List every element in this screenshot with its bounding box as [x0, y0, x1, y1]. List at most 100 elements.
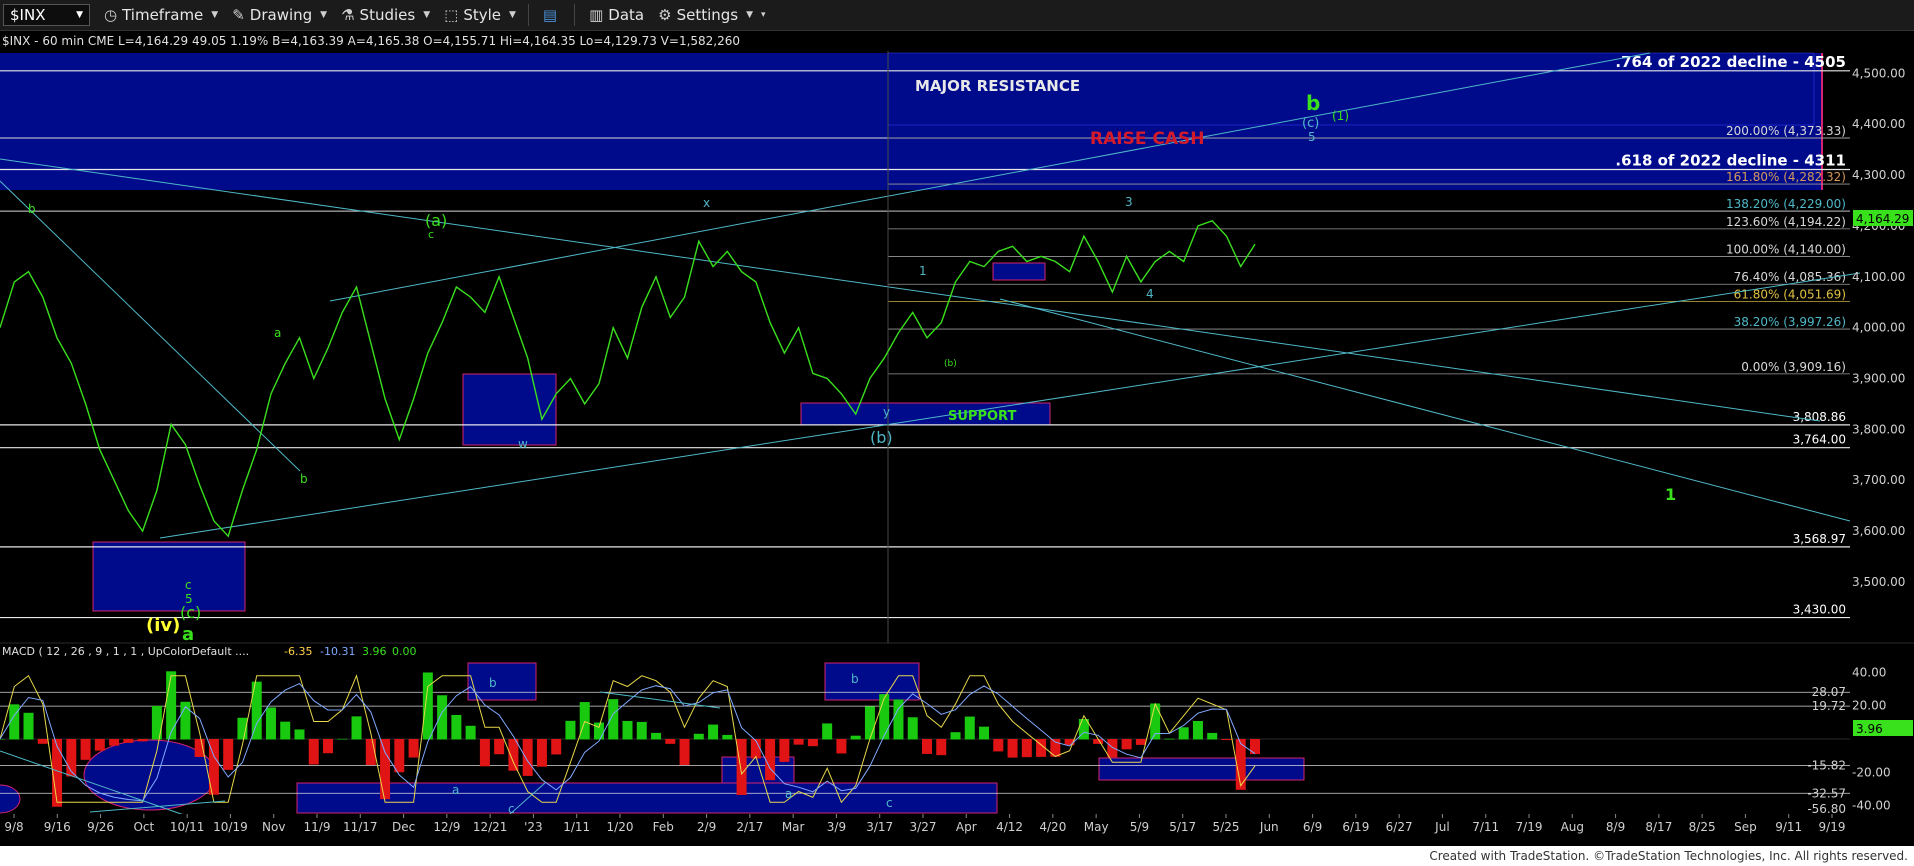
fib-label: 161.80% (4,282.32)	[1726, 170, 1846, 184]
fib-label: 61.80% (4,051.69)	[1734, 287, 1846, 301]
x-tick-label: 12/9	[433, 820, 460, 834]
macd-level-label: -56.80	[1807, 802, 1846, 816]
chevron-down-icon: ▼	[320, 10, 328, 20]
fib-label: 0.00% (3,909.16)	[1741, 360, 1846, 374]
chevron-down-icon[interactable]: ▼	[76, 10, 83, 20]
macd-y-tick-label: -20.00	[1852, 765, 1891, 779]
w-box	[462, 373, 557, 446]
wave-label-a: a	[274, 326, 281, 340]
macd-histogram-bar	[408, 739, 419, 758]
wave-label-b: b	[300, 472, 308, 486]
clock-icon: ◷	[104, 6, 118, 24]
macd-histogram-bar	[280, 721, 291, 740]
macd-header-label: MACD ( 12 , 26 , 9 , 1 , 1 , UpColorDefa…	[2, 645, 249, 658]
x-tick-label: 11/17	[343, 820, 378, 834]
macd-histogram-bar	[551, 739, 562, 755]
level-label: 3,764.00	[1793, 433, 1846, 447]
layout-button[interactable]: ▤	[543, 6, 562, 24]
macd-histogram-bar	[722, 734, 733, 740]
macd-histogram-bar	[337, 738, 348, 740]
x-tick-label: 8/9	[1606, 820, 1625, 834]
wave-label-(iv): (iv)	[146, 615, 180, 636]
x-tick-label: 7/19	[1516, 820, 1543, 834]
macd-y-tick-label: 20.00	[1852, 699, 1886, 713]
wave-label-x: x	[703, 196, 710, 210]
x-tick-label: May	[1084, 820, 1109, 834]
macd-histogram-bar	[0, 739, 5, 740]
macd-histogram-bar	[979, 726, 990, 740]
macd-histogram-bar	[536, 739, 547, 767]
macd-histogram-bar	[494, 739, 505, 755]
macd-y-tick-label: 40.00	[1852, 665, 1886, 679]
macd-histogram-bar	[380, 739, 391, 800]
macd-value: -6.35	[284, 645, 312, 658]
macd-histogram-bar	[437, 695, 448, 740]
fib-label: 38.20% (3,997.26)	[1734, 315, 1846, 329]
macd-histogram-bar	[651, 732, 662, 740]
wave-4-box	[992, 262, 1046, 281]
wave-label-w: w	[518, 437, 528, 451]
macd-diff: 3.96	[362, 645, 387, 658]
gear-icon: ⚙	[658, 6, 672, 24]
x-tick-label: 10/11	[170, 820, 205, 834]
wave-label-(b)-small: (b)	[944, 359, 957, 369]
level-label: 3,568.97	[1793, 532, 1846, 546]
chart-area[interactable]: .764 of 2022 decline - 4505 .618 of 2022 …	[0, 31, 1914, 846]
symbol-input[interactable]: $INX ▼	[3, 4, 90, 26]
macd-histogram-bar	[323, 739, 334, 754]
x-tick-label: 6/9	[1303, 820, 1322, 834]
macd-histogram-bar	[665, 739, 676, 744]
timeframe-button[interactable]: ◷ Timeframe ▼	[104, 6, 218, 24]
macd-histogram-bar	[950, 732, 961, 740]
x-tick-label: 4/20	[1039, 820, 1066, 834]
wave-label-a-large: a	[182, 624, 194, 645]
toolbar-divider	[527, 4, 529, 26]
macd-histogram-bar	[836, 739, 847, 754]
macd-level-label: 28.07	[1812, 685, 1846, 699]
x-tick-label: Jul	[1434, 820, 1449, 834]
x-tick-label: 3/27	[910, 820, 937, 834]
macd-histogram-bar	[864, 706, 875, 740]
style-button[interactable]: ⬚ Style ▼	[444, 6, 516, 24]
symbol-value: $INX	[10, 6, 46, 24]
macd-histogram-bar	[1178, 727, 1189, 740]
macd-level-label: -15.82	[1807, 758, 1846, 772]
macd-wave-c1: c	[508, 802, 515, 816]
y-tick-label: 4,400.00	[1852, 117, 1905, 131]
drawing-button[interactable]: ✎ Drawing ▼	[232, 6, 327, 24]
x-tick-label: 6/19	[1342, 820, 1369, 834]
x-tick-label: 2/9	[697, 820, 716, 834]
chart-header: $INX - 60 min CME L=4,164.29 49.05 1.19%…	[2, 34, 740, 48]
x-tick-label: 9/19	[1819, 820, 1846, 834]
macd-histogram-bar	[94, 739, 105, 751]
fib-label: 100.00% (4,140.00)	[1726, 242, 1846, 256]
x-tick-label: Sep	[1734, 820, 1757, 834]
macd-histogram-bar	[1164, 738, 1175, 740]
macd-left-ellipse	[0, 784, 21, 814]
studies-label: Studies	[359, 6, 416, 24]
macd-histogram-bar	[137, 739, 148, 742]
level-label: 3,808.86	[1793, 410, 1846, 424]
macd-histogram-bar	[636, 721, 647, 740]
data-button[interactable]: ▥ Data	[589, 6, 644, 24]
settings-button[interactable]: ⚙ Settings ▼ ▾	[658, 6, 765, 24]
x-tick-label: 7/11	[1472, 820, 1499, 834]
macd-histogram-bar	[879, 694, 890, 740]
macd-level-label: 19.72	[1812, 699, 1846, 713]
wave-label-c-low: c	[185, 578, 192, 592]
fib-label: 138.20% (4,229.00)	[1726, 197, 1846, 211]
footer: Created with TradeStation. ©TradeStation…	[0, 846, 1914, 866]
macd-histogram-bar	[1121, 739, 1132, 750]
macd-b-box-1	[467, 662, 537, 701]
macd-histogram-bar	[479, 739, 490, 767]
wave-label-1-green: 1	[1665, 485, 1676, 504]
x-tick-label: 1/11	[563, 820, 590, 834]
x-tick-label: 12/21	[473, 820, 508, 834]
wave-label-(b): (b)	[870, 428, 893, 447]
macd-histogram-bar	[166, 671, 177, 740]
macd-histogram-bar	[451, 714, 462, 740]
studies-button[interactable]: ⚗ Studies ▼	[341, 6, 430, 24]
x-tick-label: 6/27	[1386, 820, 1413, 834]
macd-histogram-bar	[750, 739, 761, 759]
y-tick-label: 4,500.00	[1852, 66, 1905, 80]
